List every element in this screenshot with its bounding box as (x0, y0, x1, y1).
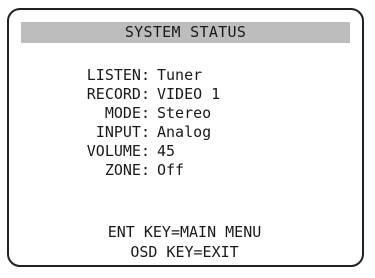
status-label-mode: MODE: (104, 104, 150, 122)
screen-title: SYSTEM STATUS (21, 22, 350, 43)
status-value-zone: Off (157, 161, 185, 179)
status-label-record: RECORD: (86, 85, 150, 103)
status-row-record: RECORD: VIDEO 1 (0, 85, 375, 104)
status-value-input: Analog (157, 123, 212, 141)
ent-key-hint: ENT KEY=MAIN MENU (107, 223, 262, 241)
status-value-volume: 45 (157, 142, 176, 160)
osd-key-hint: OSD KEY=EXIT (130, 243, 239, 261)
status-value-mode: Stereo (157, 104, 212, 122)
status-row-input: INPUT: Analog (0, 123, 375, 142)
status-label-input: INPUT: (95, 123, 150, 141)
status-row-listen: LISTEN: Tuner (0, 66, 375, 85)
status-row-mode: MODE: Stereo (0, 104, 375, 123)
status-list: LISTEN: Tuner RECORD: VIDEO 1 MODE: Ster… (0, 66, 375, 180)
status-label-volume: VOLUME: (86, 142, 150, 160)
status-row-volume: VOLUME: 45 (0, 142, 375, 161)
status-value-listen: Tuner (157, 66, 203, 84)
status-row-zone: ZONE: Off (0, 161, 375, 180)
status-value-record: VIDEO 1 (157, 85, 221, 103)
status-label-listen: LISTEN: (86, 66, 150, 84)
status-label-zone: ZONE: (104, 161, 150, 179)
